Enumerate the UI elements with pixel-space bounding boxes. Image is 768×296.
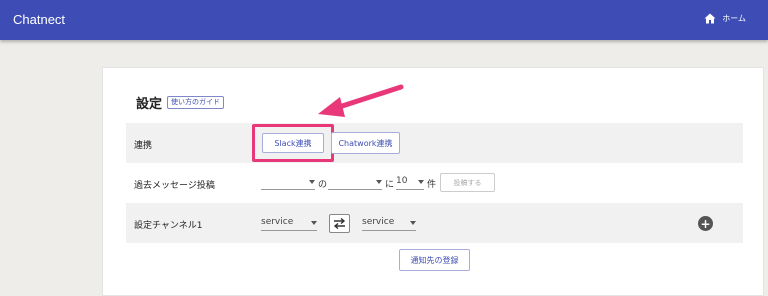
count-value: 10 (396, 176, 408, 186)
past-messages-row: 過去メッセージ投稿 の に 10 件 投稿する (126, 163, 743, 203)
chatwork-integration-button[interactable]: Chatwork連携 (331, 132, 400, 154)
past-messages-label: 過去メッセージ投稿 (134, 181, 215, 191)
count-select[interactable]: 10 (396, 176, 424, 190)
integration-row: 連携 Slack連携 Chatwork連携 (126, 123, 743, 163)
add-circle-icon[interactable]: + (698, 216, 713, 231)
chevron-down-icon (376, 180, 382, 184)
highlight-box (252, 124, 334, 162)
chevron-down-icon (309, 180, 315, 184)
no-particle: の (318, 180, 328, 190)
channel-label: 設定チャンネル1 (134, 221, 203, 231)
ken-counter: 件 (427, 180, 437, 190)
app-bar: Chatnect ホーム (0, 0, 768, 40)
channel-row: 設定チャンネル1 service service + (126, 203, 743, 243)
from-channel-select[interactable] (261, 176, 315, 190)
chevron-down-icon (418, 180, 424, 184)
swap-arrows-icon (333, 218, 346, 229)
post-button[interactable]: 投稿する (440, 173, 495, 192)
home-label: ホーム (722, 14, 746, 23)
page-title: 設定 (136, 97, 163, 112)
source-channel-select[interactable]: service (261, 217, 317, 231)
settings-card: 設定 使い方のガイド 連携 Slack連携 Chatwork連携 過去メッセージ… (102, 67, 764, 296)
app-title[interactable]: Chatnect (13, 12, 65, 27)
settings-heading: 設定 使い方のガイド (136, 93, 225, 112)
chevron-down-icon (311, 221, 317, 225)
to-channel-select[interactable] (328, 176, 382, 190)
ni-particle: に (385, 180, 395, 190)
chevron-down-icon (410, 221, 416, 225)
home-icon (704, 13, 716, 24)
home-link[interactable]: ホーム (704, 13, 746, 24)
integration-label: 連携 (134, 141, 153, 151)
register-notification-button[interactable]: 通知先の登録 (399, 249, 470, 271)
source-channel-value: service (261, 217, 294, 227)
target-channel-select[interactable]: service (362, 217, 416, 231)
guide-button[interactable]: 使い方のガイド (167, 95, 225, 110)
target-channel-value: service (362, 217, 395, 227)
swap-button[interactable] (329, 214, 350, 233)
